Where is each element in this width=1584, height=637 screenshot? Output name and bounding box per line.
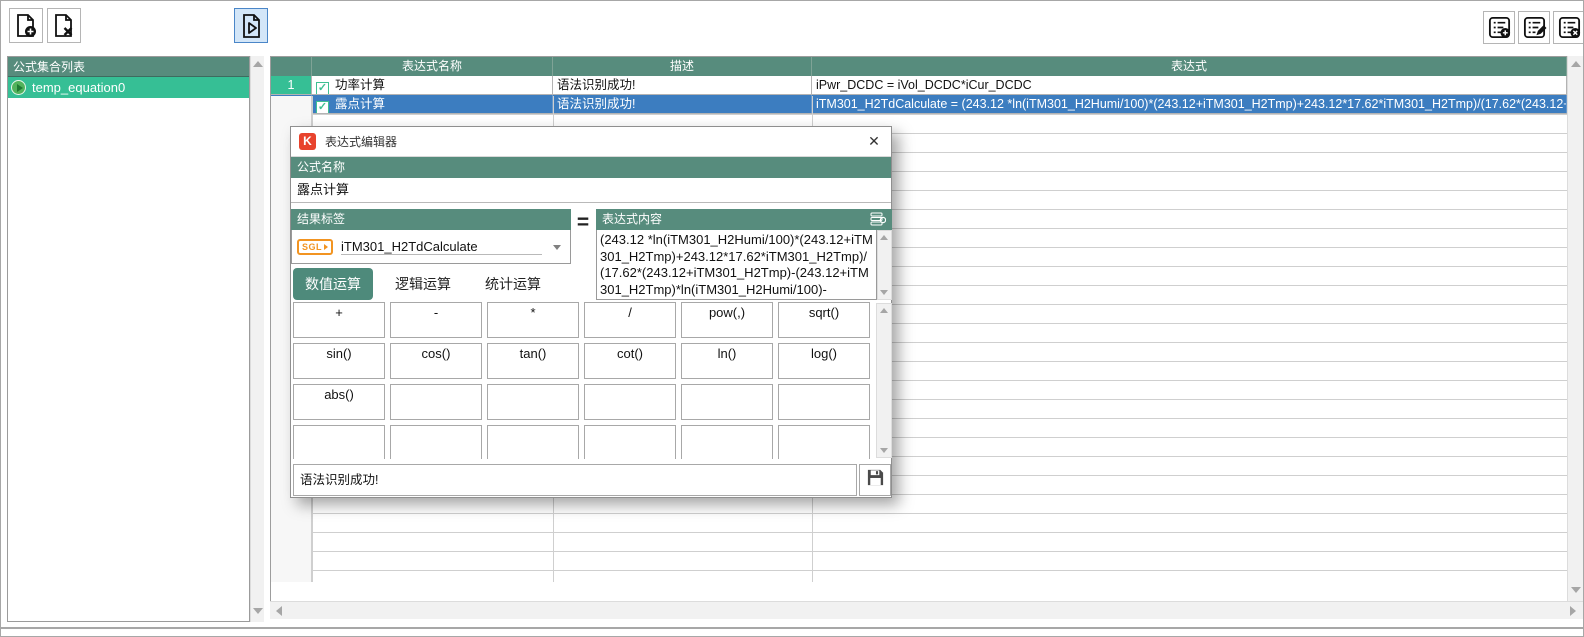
operator-button-empty [778, 384, 870, 420]
operator-button[interactable]: log() [778, 343, 870, 379]
scroll-down-icon[interactable] [253, 608, 263, 614]
document-delete-icon [51, 13, 77, 39]
column-header-index [271, 57, 312, 76]
delete-expression-button[interactable] [1553, 11, 1584, 44]
operator-button[interactable]: sin() [293, 343, 385, 379]
formula-set-panel-title: 公式集合列表 [8, 57, 249, 77]
close-icon[interactable]: ✕ [857, 127, 891, 156]
status-bar [1, 627, 1583, 636]
operator-button[interactable]: / [584, 302, 676, 338]
operator-button-empty [487, 384, 579, 420]
column-header-description: 描述 [553, 57, 812, 76]
operator-button[interactable]: tan() [487, 343, 579, 379]
formula-name-label: 公式名称 [291, 157, 891, 178]
list-edit-icon [1522, 15, 1547, 40]
operator-button[interactable]: cot() [584, 343, 676, 379]
operator-button-empty [293, 425, 385, 459]
document-add-icon [13, 13, 39, 39]
operator-button-empty [584, 384, 676, 420]
list-add-icon [1487, 15, 1512, 40]
dialog-titlebar[interactable]: K 表达式编辑器 ✕ [291, 127, 891, 157]
formula-list-scrollbar[interactable] [250, 56, 264, 622]
operator-button[interactable]: cos() [390, 343, 482, 379]
equals-sign: = [571, 211, 595, 235]
delete-equation-set-button[interactable] [47, 8, 81, 43]
row-index: 1 [271, 76, 312, 94]
operator-button[interactable]: pow(,) [681, 302, 773, 338]
tab-numeric-operations[interactable]: 数值运算 [293, 268, 373, 300]
description-cell: 语法识别成功! [553, 76, 812, 94]
expression-cell: iPwr_DCDC = iVol_DCDC*iCur_DCDC [812, 76, 1567, 94]
scroll-left-icon[interactable] [276, 606, 282, 616]
app-logo-icon: K [299, 133, 316, 150]
operator-button-empty [681, 425, 773, 459]
tab-statistic-operations[interactable]: 统计运算 [473, 268, 553, 300]
expression-name-cell: ✓ 功率计算 [312, 76, 553, 94]
tab-logic-operations[interactable]: 逻辑运算 [383, 268, 463, 300]
result-tag-combobox[interactable]: SGL iTM301_H2TdCalculate [291, 230, 571, 264]
operator-button-empty [487, 425, 579, 459]
scroll-up-icon[interactable] [1571, 61, 1581, 67]
expression-name: 功率计算 [335, 78, 385, 92]
operator-button[interactable]: sqrt() [778, 302, 870, 338]
formula-set-item-label: temp_equation0 [32, 80, 125, 95]
operator-button[interactable]: + [293, 302, 385, 338]
save-button[interactable] [859, 464, 891, 496]
save-icon [866, 468, 885, 492]
operator-grid-scrollbar[interactable] [876, 303, 892, 458]
scroll-right-icon[interactable] [1570, 606, 1576, 616]
expression-content-header: 表达式内容 [596, 209, 892, 230]
table-row[interactable]: 1 ✓ 功率计算 语法识别成功! iPwr_DCDC = iVol_DCDC*iC… [271, 76, 1567, 95]
operator-button[interactable]: - [390, 302, 482, 338]
expression-scrollbar[interactable] [877, 230, 892, 300]
run-equation-set-button[interactable] [234, 8, 268, 43]
expression-editor-dialog: K 表达式编辑器 ✕ 公式名称 露点计算 结果标签 SGL iTM301_H2T… [290, 126, 892, 498]
formula-set-panel: 公式集合列表 temp_equation0 [7, 56, 250, 622]
checkbox-checked-icon[interactable]: ✓ [316, 82, 329, 94]
table-horizontal-scrollbar[interactable] [270, 601, 1583, 619]
operator-button-empty [584, 425, 676, 459]
app-window: 公式集合列表 temp_equation0 表达式名称 描述 表达式 1 ✓ 功率… [0, 0, 1584, 637]
list-delete-icon [1557, 15, 1582, 40]
operator-button[interactable]: * [487, 302, 579, 338]
operator-button[interactable]: ln() [681, 343, 773, 379]
table-vertical-scrollbar[interactable] [1567, 56, 1583, 601]
operator-button-empty [778, 425, 870, 459]
dialog-title: 表达式编辑器 [325, 133, 857, 150]
expression-table-header: 表达式名称 描述 表达式 [271, 57, 1567, 76]
play-circle-icon [11, 80, 26, 95]
formula-name-input[interactable]: 露点计算 [291, 178, 891, 203]
chevron-down-icon[interactable] [553, 245, 561, 250]
add-expression-button[interactable] [1483, 11, 1515, 44]
operator-grid: +-*/pow(,)sqrt() sin()cos()tan()cot()ln()… [293, 302, 874, 459]
result-label-header: 结果标签 [291, 209, 571, 230]
scroll-down-icon[interactable] [880, 290, 888, 295]
scroll-up-icon[interactable] [253, 61, 263, 67]
scroll-down-icon[interactable] [1571, 587, 1581, 593]
scroll-up-icon[interactable] [880, 308, 888, 313]
scroll-down-icon[interactable] [880, 448, 888, 453]
new-equation-set-button[interactable] [9, 8, 43, 43]
edit-expression-button[interactable] [1518, 11, 1550, 44]
operator-button[interactable]: abs() [293, 384, 385, 420]
result-tag-value: iTM301_H2TdCalculate [341, 239, 542, 255]
expression-content-textarea[interactable]: (243.12 *ln(iTM301_H2Humi/100)*(243.12+i… [596, 230, 877, 300]
column-header-expression: 表达式 [812, 57, 1567, 76]
badge-arrow-icon [324, 244, 328, 250]
sgl-type-badge: SGL [297, 239, 333, 255]
document-run-icon [238, 13, 264, 39]
column-header-name: 表达式名称 [312, 57, 553, 76]
operator-button-empty [681, 384, 773, 420]
operator-button-empty [390, 425, 482, 459]
operator-tabs: 数值运算 逻辑运算 统计运算 [293, 268, 553, 300]
scroll-up-icon[interactable] [880, 235, 888, 240]
syntax-status-text: 语法识别成功! [293, 464, 857, 496]
formula-set-item[interactable]: temp_equation0 [8, 77, 249, 98]
operator-button-empty [390, 384, 482, 420]
